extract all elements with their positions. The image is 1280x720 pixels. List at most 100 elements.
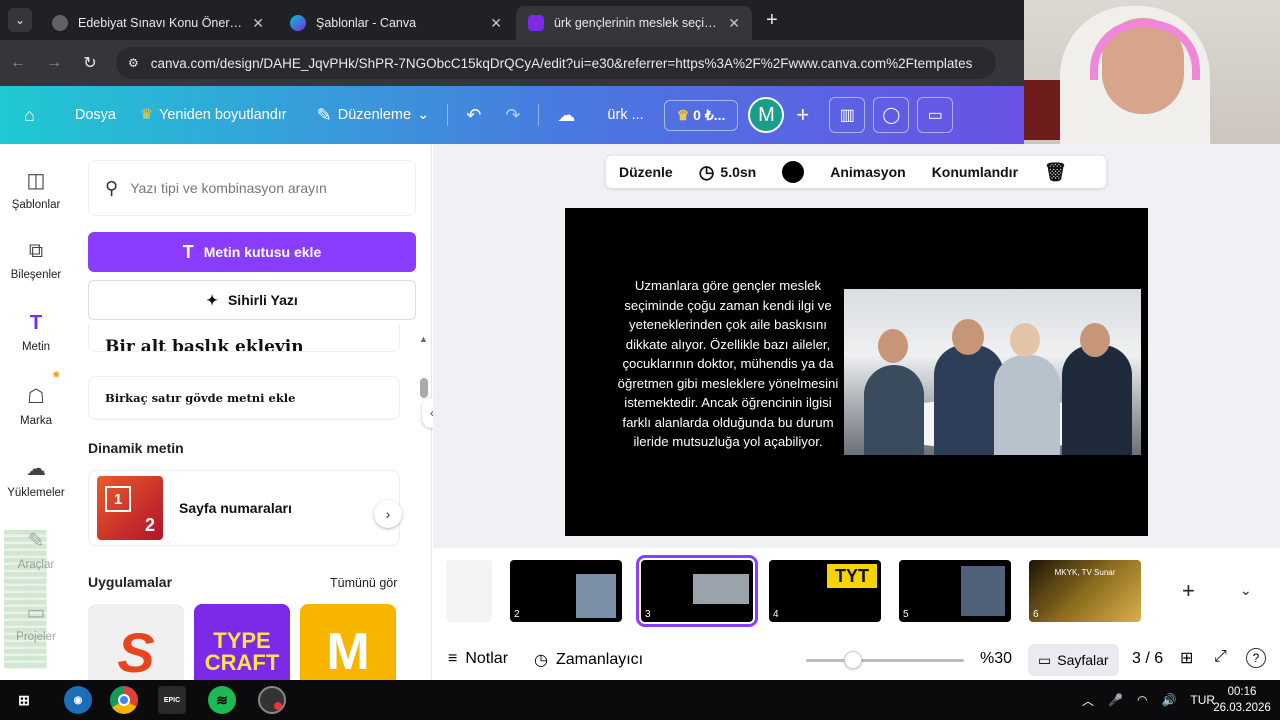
redo-button[interactable]: ↷ [493, 105, 532, 126]
browser-tab-1[interactable]: Edebiyat Sınavı Konu Önerileri ✕ [40, 6, 276, 40]
person [994, 355, 1060, 455]
app-tile[interactable]: S [88, 604, 184, 680]
animation-button[interactable]: Animasyon [817, 164, 918, 180]
background-color-button[interactable] [769, 161, 817, 183]
spotify-icon[interactable]: ≋ [208, 686, 236, 714]
add-textbox-button[interactable]: T Metin kutusu ekle [88, 232, 416, 272]
new-tab-icon[interactable]: + [766, 9, 778, 32]
font-search-input[interactable]: ⚲ Yazı tipi ve kombinasyon arayın [88, 160, 416, 216]
position-label: Konumlandır [931, 164, 1019, 180]
home-icon: ⌂ [24, 104, 35, 125]
present-icon[interactable]: ▭ [917, 97, 954, 133]
thumb-title: MKYK, TV Sunar [1054, 568, 1116, 577]
meeting-photo[interactable] [844, 289, 1141, 455]
rail-item-templates[interactable]: ◫ Şablonlar [0, 168, 72, 211]
elements-icon: ⧉ [28, 240, 44, 262]
app-tile[interactable]: TYPE CRAFT [194, 604, 290, 680]
thumb-image [961, 566, 1005, 616]
zoom-level[interactable]: %30 [980, 650, 1012, 668]
browser-tab-3[interactable]: ürk gençlerinin meslek seçimi s ✕ [516, 6, 752, 40]
grid-view-icon[interactable]: ⊞ [1180, 648, 1193, 668]
page-thumbnail[interactable] [446, 560, 492, 622]
apps-next-icon[interactable]: › [374, 500, 402, 528]
credit-label: 0 ₺... [693, 106, 726, 123]
wifi-icon[interactable]: ◠ [1137, 693, 1147, 707]
epic-games-icon[interactable]: EPIC [158, 686, 186, 714]
magic-write-button[interactable]: ✦ Sihirli Yazı [88, 280, 416, 320]
help-icon[interactable]: ? [1246, 648, 1266, 668]
close-tab-icon[interactable]: ✕ [252, 15, 264, 32]
close-tab-icon[interactable]: ✕ [728, 15, 740, 32]
taskbar-clock[interactable]: 00:16 26.03.2026 [1212, 684, 1272, 716]
tab-search-chevron-icon[interactable]: ⌄ [8, 8, 32, 32]
duration-button[interactable]: ◷ 5.0sn [686, 162, 770, 183]
comments-icon[interactable]: ◯ [873, 97, 910, 133]
slide-canvas[interactable]: Uzmanlara göre gençler meslek seçiminde … [565, 208, 1148, 536]
app-tile[interactable]: M [300, 604, 396, 680]
scroll-up-icon[interactable]: ▲ [419, 334, 428, 344]
panel-scrollbar[interactable]: ▲ [419, 334, 428, 674]
project-title[interactable]: ürk ... [587, 107, 663, 123]
page-numbers-thumbnail: 12 [97, 476, 163, 540]
see-all-link[interactable]: Tümünü gör [330, 576, 397, 590]
home-button[interactable]: ⌂ [0, 105, 47, 126]
url-field[interactable]: ⚙ canva.com/design/DAHE_JqvPHk/ShPR-7NGO… [116, 47, 996, 79]
chevron-down-icon[interactable]: ⌄ [1240, 582, 1252, 599]
add-collaborator-icon[interactable]: + [784, 102, 821, 128]
add-page-icon[interactable]: + [1182, 578, 1195, 604]
page-thumbnail[interactable]: 5 [899, 560, 1011, 622]
reload-icon[interactable]: ↻ [72, 53, 108, 73]
trash-icon[interactable]: 🗑 [1031, 162, 1080, 183]
body-text-card[interactable]: Birkaç satır gövde metni ekle [88, 376, 400, 420]
duration-label: 5.0sn [720, 164, 757, 180]
steam-icon[interactable]: ◉ [64, 686, 92, 714]
fullscreen-icon[interactable]: ⤢ [1214, 648, 1227, 666]
cloud-save-button[interactable]: ☁ [545, 105, 587, 126]
page-thumbnail[interactable]: MKYK, TV Sunar 6 [1029, 560, 1141, 622]
rail-item-brand[interactable]: ☖ Marka [0, 384, 72, 427]
resize-button[interactable]: ♛ Yeniden boyutlandır [128, 107, 299, 123]
subtitle-text-card[interactable]: Bir alt başlık ekleyin [88, 324, 400, 352]
avatar[interactable]: M [748, 97, 785, 133]
edit-mode-button[interactable]: ✎ Düzenleme ⌄ [299, 105, 442, 126]
pages-button[interactable]: ▭ Sayfalar [1028, 644, 1119, 676]
browser-tab-2[interactable]: Şablonlar - Canva ✕ [278, 6, 514, 40]
chrome-icon[interactable] [110, 686, 138, 714]
page-thumbnail[interactable]: TYT 4 [769, 560, 881, 622]
forward-icon[interactable]: → [36, 54, 72, 72]
zoom-slider[interactable] [806, 659, 964, 662]
person [864, 365, 924, 455]
microphone-icon[interactable]: 🎤 [1108, 693, 1123, 707]
subtitle-sample: Bir alt başlık ekleyin [105, 337, 304, 352]
tray-up-icon[interactable]: ︿ [1082, 692, 1094, 709]
slide-body-text[interactable]: Uzmanlara göre gençler meslek seçiminde … [617, 276, 839, 452]
credit-button[interactable]: ♛ 0 ₺... [663, 99, 739, 131]
obs-icon[interactable] [258, 686, 286, 714]
notes-label: Notlar [465, 650, 509, 667]
app-label: M [326, 623, 370, 680]
back-icon[interactable]: ← [0, 54, 36, 72]
dynamic-text-heading: Dinamik metin [88, 440, 184, 456]
divider [447, 104, 449, 126]
file-menu-button[interactable]: Dosya [47, 107, 128, 123]
scroll-thumb[interactable] [420, 378, 428, 398]
rail-item-text[interactable]: T Metin [0, 312, 72, 353]
color-swatch [782, 161, 805, 183]
volume-icon[interactable]: 🔊 [1161, 693, 1176, 707]
page-thumbnail-selected[interactable]: 3 [636, 555, 758, 627]
person-head [952, 319, 984, 355]
analytics-icon[interactable]: ▥ [829, 97, 866, 133]
page-numbers-card[interactable]: 12 Sayfa numaraları [88, 470, 400, 546]
position-button[interactable]: Konumlandır [919, 164, 1031, 180]
timer-button[interactable]: ◷ Zamanlayıcı [534, 650, 643, 670]
undo-button[interactable]: ↶ [454, 105, 493, 126]
windows-start-icon[interactable]: ⊞ [10, 686, 38, 714]
close-tab-icon[interactable]: ✕ [490, 15, 502, 32]
notes-button[interactable]: ≡ Notlar [448, 650, 508, 668]
thumb-image [693, 574, 749, 604]
rail-item-uploads[interactable]: ☁ Yüklemeler [0, 456, 72, 499]
edit-button[interactable]: Düzenle [606, 164, 686, 180]
site-info-icon[interactable]: ⚙ [128, 56, 139, 70]
rail-item-elements[interactable]: ⧉ Bileşenler [0, 240, 72, 281]
page-thumbnail[interactable]: 2 [510, 560, 622, 622]
